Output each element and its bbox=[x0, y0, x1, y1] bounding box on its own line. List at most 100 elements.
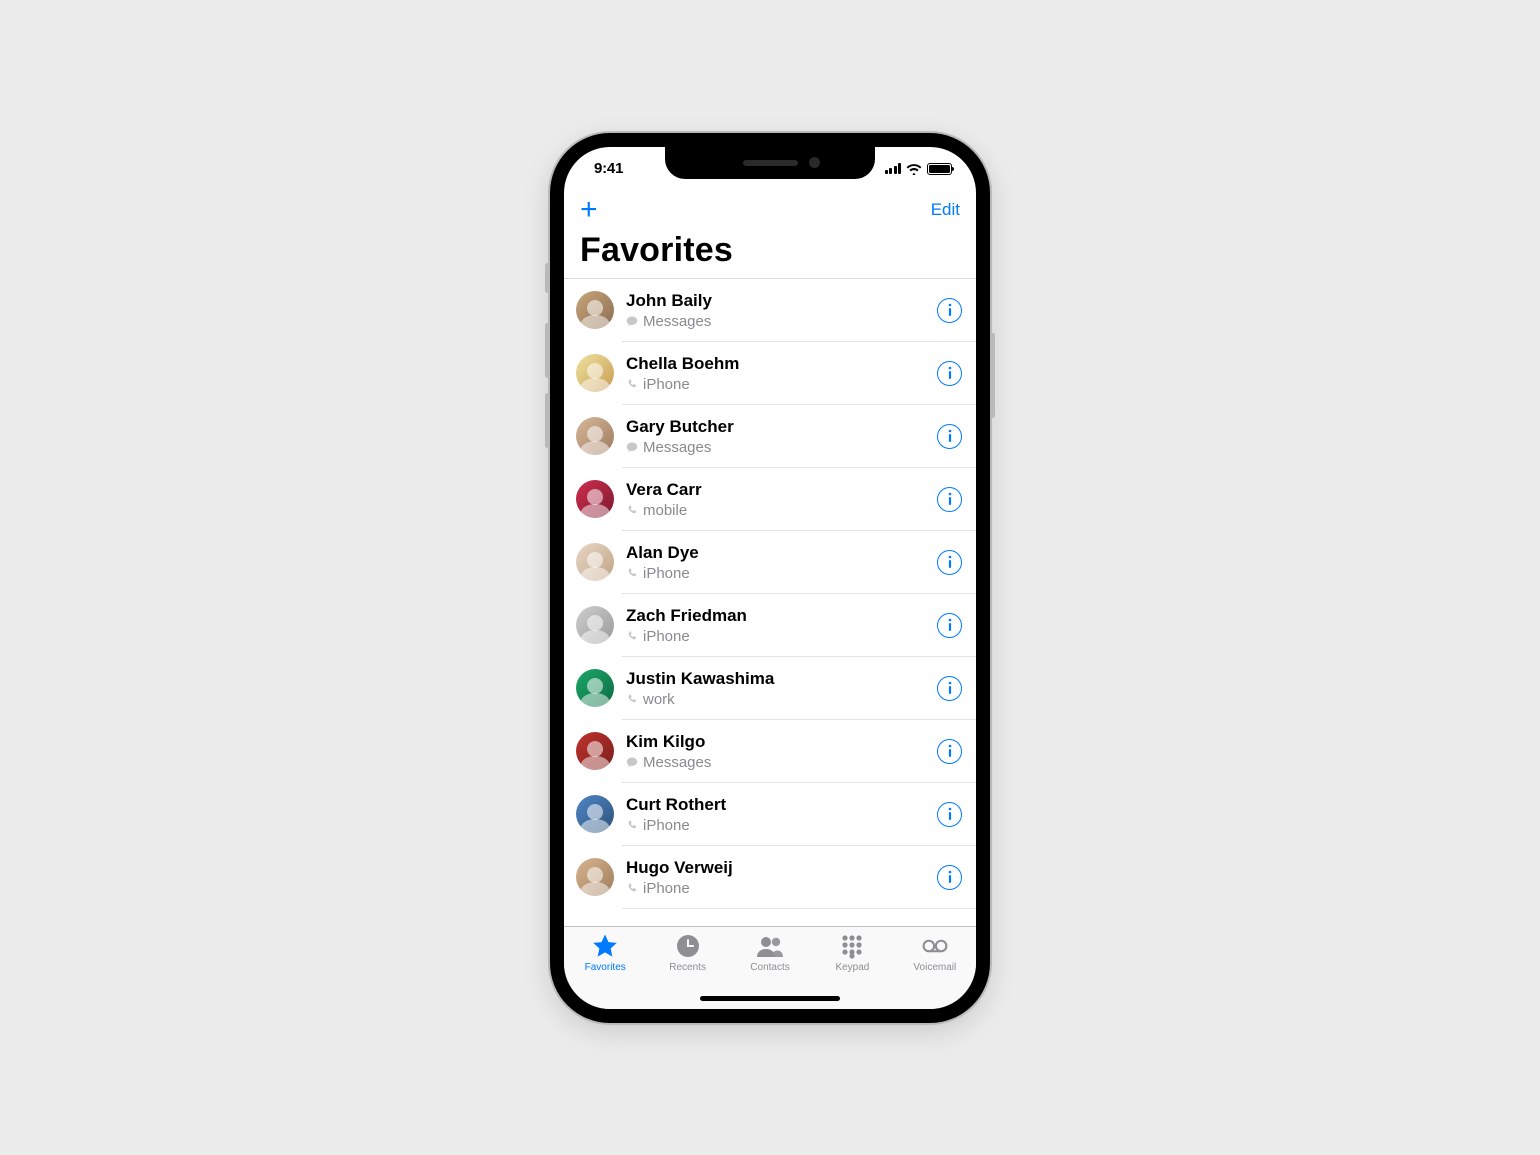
favorite-subtitle: Messages bbox=[626, 313, 937, 330]
favorite-subtitle: iPhone bbox=[626, 817, 937, 834]
favorite-row[interactable]: Justin Kawashima work bbox=[564, 657, 976, 720]
front-camera bbox=[809, 157, 820, 168]
tab-label: Keypad bbox=[835, 962, 869, 973]
wifi-icon bbox=[906, 163, 922, 175]
message-icon bbox=[626, 441, 638, 453]
tab-label: Contacts bbox=[750, 962, 789, 973]
favorite-row[interactable]: Chella Boehm iPhone bbox=[564, 342, 976, 405]
favorite-name: Hugo Verweij bbox=[626, 857, 937, 878]
favorite-type-label: iPhone bbox=[643, 628, 690, 645]
screen: 9:41 + Edit Favorites John BailyMessages… bbox=[564, 147, 976, 1009]
favorite-subtitle: work bbox=[626, 691, 937, 708]
favorite-type-label: work bbox=[643, 691, 675, 708]
favorite-main: Alan Dye iPhone bbox=[626, 542, 937, 582]
avatar bbox=[576, 795, 614, 833]
add-button[interactable]: + bbox=[580, 195, 598, 225]
voicemail-icon bbox=[921, 933, 949, 959]
favorite-type-label: iPhone bbox=[643, 880, 690, 897]
info-button[interactable] bbox=[937, 298, 962, 323]
tab-label: Recents bbox=[669, 962, 706, 973]
favorites-icon bbox=[591, 933, 619, 959]
avatar bbox=[576, 606, 614, 644]
info-button[interactable] bbox=[937, 613, 962, 638]
phone-icon bbox=[626, 504, 638, 516]
home-indicator[interactable] bbox=[700, 996, 840, 1001]
favorite-row[interactable]: Gary ButcherMessages bbox=[564, 405, 976, 468]
favorite-subtitle: Messages bbox=[626, 754, 937, 771]
phone-icon bbox=[626, 630, 638, 642]
favorite-row[interactable]: Curt RothertiPhone bbox=[564, 783, 976, 846]
favorite-type-label: Messages bbox=[643, 313, 711, 330]
tab-favorites[interactable]: Favorites bbox=[564, 933, 646, 1009]
favorite-name: Alan Dye bbox=[626, 542, 937, 563]
avatar bbox=[576, 354, 614, 392]
cellular-signal-icon bbox=[885, 163, 902, 174]
favorite-main: Zach Friedman iPhone bbox=[626, 605, 937, 645]
avatar bbox=[576, 543, 614, 581]
phone-icon bbox=[626, 882, 638, 894]
favorite-name: Kim Kilgo bbox=[626, 731, 937, 752]
avatar bbox=[576, 732, 614, 770]
favorite-row[interactable]: Alan Dye iPhone bbox=[564, 531, 976, 594]
favorite-main: Curt RothertiPhone bbox=[626, 794, 937, 834]
favorite-type-label: mobile bbox=[643, 502, 687, 519]
volume-up-button bbox=[545, 323, 550, 378]
avatar bbox=[576, 417, 614, 455]
favorite-row[interactable]: Zach Friedman iPhone bbox=[564, 594, 976, 657]
phone-icon bbox=[626, 819, 638, 831]
tab-voicemail[interactable]: Voicemail bbox=[894, 933, 976, 1009]
info-button[interactable] bbox=[937, 802, 962, 827]
mute-switch bbox=[545, 263, 550, 293]
phone-icon bbox=[626, 693, 638, 705]
avatar bbox=[576, 669, 614, 707]
notch bbox=[665, 147, 875, 179]
favorites-list[interactable]: John BailyMessages Chella Boehm iPhone Gary… bbox=[564, 279, 976, 926]
favorite-row[interactable]: John BailyMessages bbox=[564, 279, 976, 342]
recents-icon bbox=[674, 933, 702, 959]
nav-bar: + Edit bbox=[564, 191, 976, 231]
info-button[interactable] bbox=[937, 487, 962, 512]
favorite-row[interactable]: Kim Kilgo Messages bbox=[564, 720, 976, 783]
status-time: 9:41 bbox=[588, 160, 623, 177]
info-button[interactable] bbox=[937, 361, 962, 386]
favorite-name: Zach Friedman bbox=[626, 605, 937, 626]
info-button[interactable] bbox=[937, 676, 962, 701]
favorite-main: Vera Carr mobile bbox=[626, 479, 937, 519]
favorite-main: Hugo Verweij iPhone bbox=[626, 857, 937, 897]
favorite-subtitle: mobile bbox=[626, 502, 937, 519]
favorite-name: Chella Boehm bbox=[626, 353, 937, 374]
power-button bbox=[990, 333, 995, 418]
favorite-subtitle: Messages bbox=[626, 439, 937, 456]
favorite-subtitle: iPhone bbox=[626, 565, 937, 582]
favorite-row[interactable]: Vera Carr mobile bbox=[564, 468, 976, 531]
phone-frame: 9:41 + Edit Favorites John BailyMessages… bbox=[550, 133, 990, 1023]
page-title: Favorites bbox=[564, 231, 976, 278]
favorite-type-label: iPhone bbox=[643, 376, 690, 393]
avatar bbox=[576, 291, 614, 329]
favorite-main: Gary ButcherMessages bbox=[626, 416, 937, 456]
favorite-main: Chella Boehm iPhone bbox=[626, 353, 937, 393]
avatar bbox=[576, 858, 614, 896]
avatar bbox=[576, 480, 614, 518]
tab-label: Favorites bbox=[585, 962, 626, 973]
favorite-main: Justin Kawashima work bbox=[626, 668, 937, 708]
speaker bbox=[743, 160, 798, 166]
phone-icon bbox=[626, 378, 638, 390]
favorite-subtitle: iPhone bbox=[626, 376, 937, 393]
info-button[interactable] bbox=[937, 865, 962, 890]
favorite-row[interactable]: Hugo Verweij iPhone bbox=[564, 846, 976, 909]
info-button[interactable] bbox=[937, 424, 962, 449]
favorite-type-label: Messages bbox=[643, 439, 711, 456]
info-button[interactable] bbox=[937, 739, 962, 764]
tab-label: Voicemail bbox=[913, 962, 956, 973]
favorite-name: Vera Carr bbox=[626, 479, 937, 500]
favorite-type-label: Messages bbox=[643, 754, 711, 771]
favorite-main: John BailyMessages bbox=[626, 290, 937, 330]
contacts-icon bbox=[756, 933, 784, 959]
favorite-type-label: iPhone bbox=[643, 565, 690, 582]
favorite-name: Justin Kawashima bbox=[626, 668, 937, 689]
favorite-type-label: iPhone bbox=[643, 817, 690, 834]
info-button[interactable] bbox=[937, 550, 962, 575]
edit-button[interactable]: Edit bbox=[931, 200, 960, 220]
message-icon bbox=[626, 756, 638, 768]
